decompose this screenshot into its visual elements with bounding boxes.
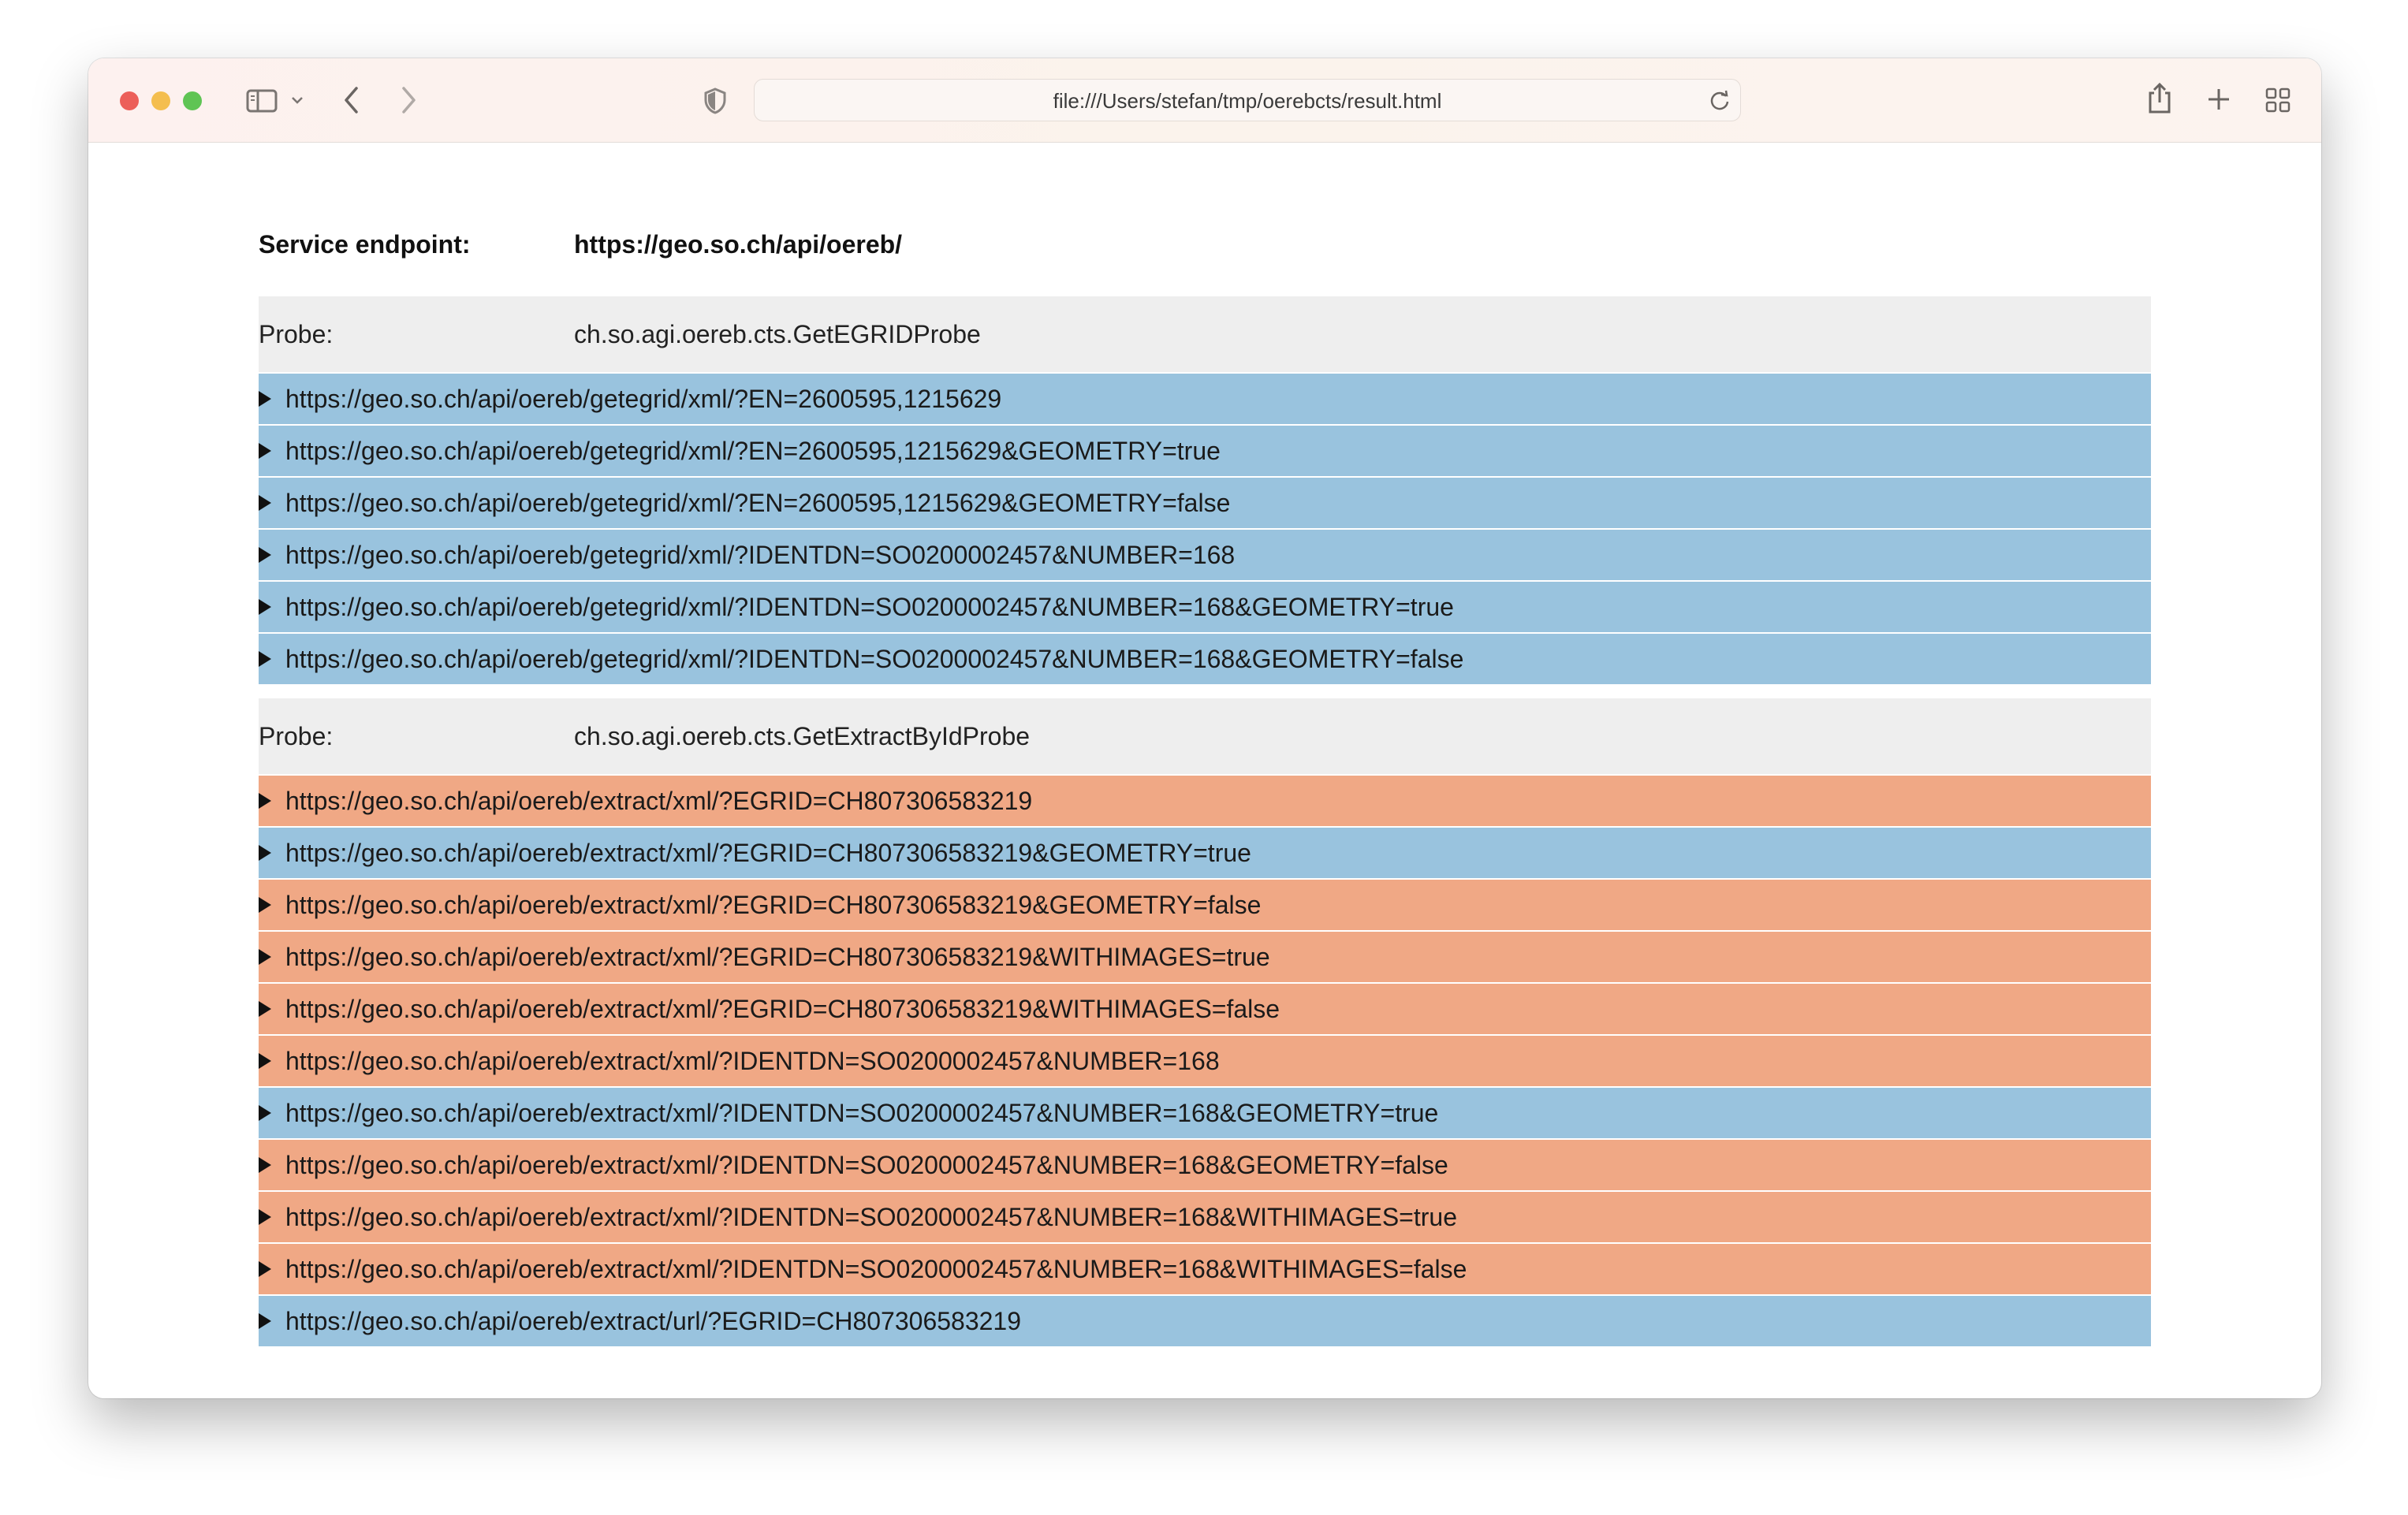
disclosure-triangle-icon[interactable] bbox=[259, 1053, 271, 1069]
request-row[interactable]: https://geo.so.ch/api/oereb/extract/xml/… bbox=[259, 1036, 2151, 1086]
request-row[interactable]: https://geo.so.ch/api/oereb/extract/xml/… bbox=[259, 984, 2151, 1034]
disclosure-triangle-icon[interactable] bbox=[259, 793, 271, 809]
request-url: https://geo.so.ch/api/oereb/getegrid/xml… bbox=[285, 437, 1221, 465]
request-url: https://geo.so.ch/api/oereb/extract/xml/… bbox=[285, 891, 1262, 919]
request-url: https://geo.so.ch/api/oereb/getegrid/xml… bbox=[285, 593, 1454, 621]
probe-header: Probe: ch.so.agi.oereb.cts.GetEGRIDProbe bbox=[259, 296, 2151, 372]
disclosure-triangle-icon[interactable] bbox=[259, 1157, 271, 1173]
page-content: Service endpoint: https://geo.so.ch/api/… bbox=[259, 142, 2151, 1346]
request-url: https://geo.so.ch/api/oereb/getegrid/xml… bbox=[285, 541, 1236, 569]
probe-gap bbox=[259, 684, 2151, 698]
request-url: https://geo.so.ch/api/oereb/getegrid/xml… bbox=[285, 645, 1464, 673]
disclosure-triangle-icon[interactable] bbox=[259, 897, 271, 913]
probe-label: Probe: bbox=[259, 722, 334, 750]
reload-icon[interactable] bbox=[1709, 89, 1732, 113]
chevron-down-icon[interactable] bbox=[290, 95, 304, 106]
request-url: https://geo.so.ch/api/oereb/extract/xml/… bbox=[285, 1047, 1220, 1075]
request-url: https://geo.so.ch/api/oereb/extract/xml/… bbox=[285, 1151, 1448, 1179]
new-tab-icon[interactable] bbox=[2206, 87, 2231, 112]
probe-name: ch.so.agi.oereb.cts.GetExtractByIdProbe bbox=[574, 722, 1031, 750]
request-row[interactable]: https://geo.so.ch/api/oereb/getegrid/xml… bbox=[259, 374, 2151, 424]
share-icon[interactable] bbox=[2146, 82, 2173, 115]
tab-overview-icon[interactable] bbox=[2264, 87, 2291, 114]
request-url: https://geo.so.ch/api/oereb/extract/url/… bbox=[285, 1307, 1022, 1335]
disclosure-triangle-icon[interactable] bbox=[259, 1209, 271, 1225]
disclosure-triangle-icon[interactable] bbox=[259, 495, 271, 511]
address-bar[interactable]: file:///Users/stefan/tmp/oerebcts/result… bbox=[754, 79, 1741, 121]
request-url: https://geo.so.ch/api/oereb/extract/xml/… bbox=[285, 839, 1251, 867]
request-url: https://geo.so.ch/api/oereb/extract/xml/… bbox=[285, 1099, 1439, 1127]
sidebar-toggle-icon[interactable] bbox=[246, 88, 278, 114]
endpoint-value: https://geo.so.ch/api/oereb/ bbox=[574, 230, 903, 259]
probe-name: ch.so.agi.oereb.cts.GetEGRIDProbe bbox=[574, 320, 981, 348]
disclosure-triangle-icon[interactable] bbox=[259, 1261, 271, 1277]
minimize-window-button[interactable] bbox=[151, 91, 170, 110]
service-endpoint: Service endpoint: https://geo.so.ch/api/… bbox=[259, 202, 2151, 296]
disclosure-triangle-icon[interactable] bbox=[259, 443, 271, 459]
disclosure-triangle-icon[interactable] bbox=[259, 547, 271, 563]
disclosure-triangle-icon[interactable] bbox=[259, 1105, 271, 1121]
back-arrow-icon[interactable] bbox=[342, 85, 361, 115]
zoom-window-button[interactable] bbox=[183, 91, 202, 110]
disclosure-triangle-icon[interactable] bbox=[259, 845, 271, 861]
request-url: https://geo.so.ch/api/oereb/extract/xml/… bbox=[285, 995, 1280, 1023]
forward-arrow-icon[interactable] bbox=[399, 85, 418, 115]
request-row[interactable]: https://geo.so.ch/api/oereb/extract/xml/… bbox=[259, 880, 2151, 930]
disclosure-triangle-icon[interactable] bbox=[259, 949, 271, 965]
request-row[interactable]: https://geo.so.ch/api/oereb/extract/xml/… bbox=[259, 1244, 2151, 1294]
browser-toolbar: file:///Users/stefan/tmp/oerebcts/result… bbox=[88, 58, 2321, 143]
request-row[interactable]: https://geo.so.ch/api/oereb/extract/xml/… bbox=[259, 932, 2151, 982]
request-url: https://geo.so.ch/api/oereb/getegrid/xml… bbox=[285, 385, 1002, 413]
request-row[interactable]: https://geo.so.ch/api/oereb/extract/xml/… bbox=[259, 828, 2151, 878]
request-row[interactable]: https://geo.so.ch/api/oereb/getegrid/xml… bbox=[259, 478, 2151, 528]
request-row[interactable]: https://geo.so.ch/api/oereb/extract/url/… bbox=[259, 1296, 2151, 1346]
probe-header: Probe: ch.so.agi.oereb.cts.GetExtractById… bbox=[259, 698, 2151, 774]
request-row[interactable]: https://geo.so.ch/api/oereb/getegrid/xml… bbox=[259, 530, 2151, 580]
request-url: https://geo.so.ch/api/oereb/getegrid/xml… bbox=[285, 489, 1231, 517]
disclosure-triangle-icon[interactable] bbox=[259, 599, 271, 615]
request-url: https://geo.so.ch/api/oereb/extract/xml/… bbox=[285, 943, 1270, 971]
request-row[interactable]: https://geo.so.ch/api/oereb/getegrid/xml… bbox=[259, 634, 2151, 684]
disclosure-triangle-icon[interactable] bbox=[259, 1313, 271, 1329]
address-url: file:///Users/stefan/tmp/oerebcts/result… bbox=[1053, 89, 1442, 113]
disclosure-triangle-icon[interactable] bbox=[259, 391, 271, 407]
request-row[interactable]: https://geo.so.ch/api/oereb/getegrid/xml… bbox=[259, 582, 2151, 632]
disclosure-triangle-icon[interactable] bbox=[259, 651, 271, 667]
request-url: https://geo.so.ch/api/oereb/extract/xml/… bbox=[285, 1255, 1467, 1283]
request-row[interactable]: https://geo.so.ch/api/oereb/extract/xml/… bbox=[259, 1140, 2151, 1190]
request-row[interactable]: https://geo.so.ch/api/oereb/extract/xml/… bbox=[259, 1088, 2151, 1138]
request-row[interactable]: https://geo.so.ch/api/oereb/extract/xml/… bbox=[259, 1192, 2151, 1242]
privacy-shield-icon[interactable] bbox=[703, 87, 727, 115]
probe-label: Probe: bbox=[259, 320, 334, 348]
request-url: https://geo.so.ch/api/oereb/extract/xml/… bbox=[285, 1203, 1457, 1231]
endpoint-label: Service endpoint: bbox=[259, 230, 471, 259]
request-row[interactable]: https://geo.so.ch/api/oereb/getegrid/xml… bbox=[259, 426, 2151, 476]
close-window-button[interactable] bbox=[120, 91, 139, 110]
request-row[interactable]: https://geo.so.ch/api/oereb/extract/xml/… bbox=[259, 776, 2151, 826]
probe-list: Probe: ch.so.agi.oereb.cts.GetEGRIDProbe h… bbox=[259, 296, 2151, 1346]
disclosure-triangle-icon[interactable] bbox=[259, 1001, 271, 1017]
browser-window: file:///Users/stefan/tmp/oerebcts/result… bbox=[88, 58, 2321, 1398]
request-url: https://geo.so.ch/api/oereb/extract/xml/… bbox=[285, 787, 1033, 815]
